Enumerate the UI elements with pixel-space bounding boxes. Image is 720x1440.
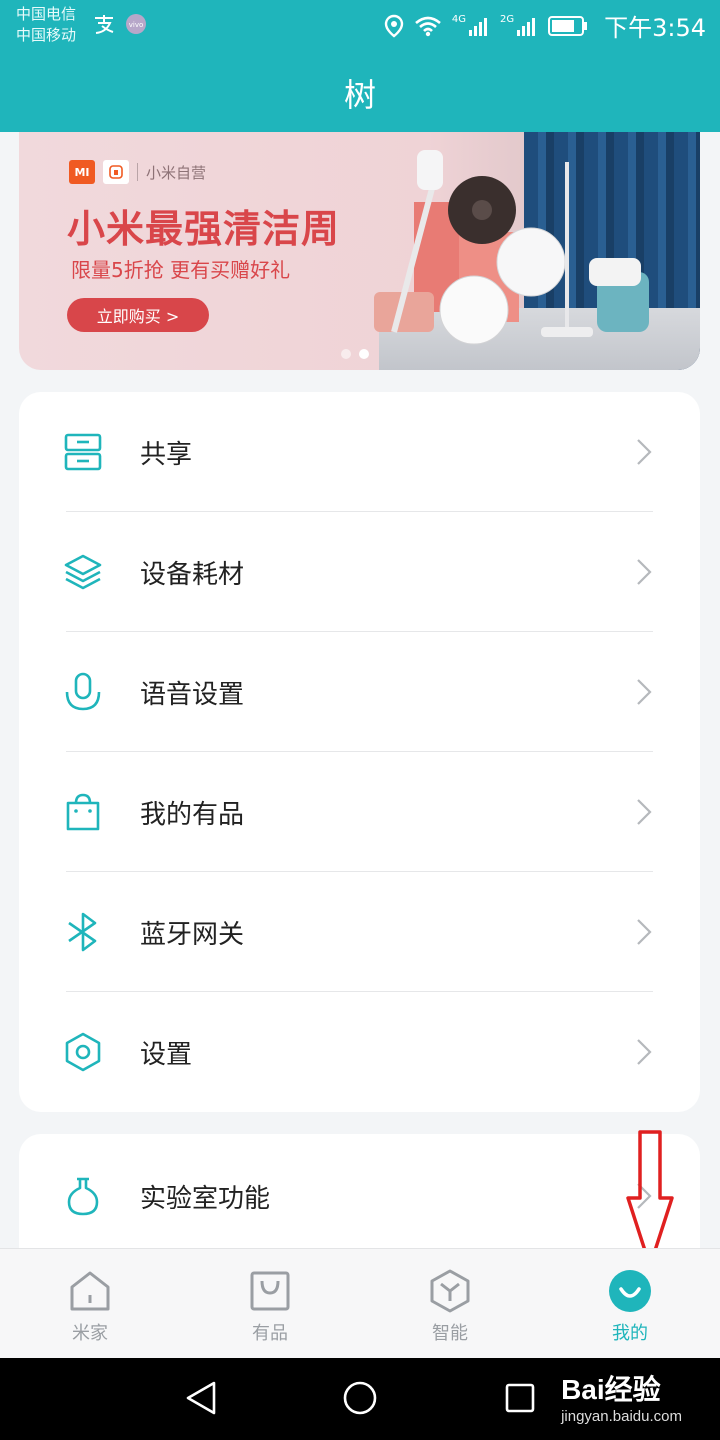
tab-profile[interactable]: 我的 [570,1269,690,1353]
page-title: 树 [343,76,376,114]
menu-item-voice-settings[interactable]: 语音设置 [19,632,700,752]
menu-item-label: 设备耗材 [140,560,245,590]
wifi-icon [415,16,441,36]
app-notification-icon: vivo [126,14,146,34]
menu-item-label: 我的有品 [140,800,245,830]
watermark-main: Bai经验 [561,1374,661,1405]
menu-item-share[interactable]: 共享 [19,392,700,512]
menu-card: 共享 设备耗材 语音设置 我的有品 蓝牙网关 设置 [19,392,700,1112]
carrier-2: 中国移动 [16,26,77,44]
hexagon-gear-icon [65,1032,101,1072]
tab-youpin[interactable]: 有品 [210,1269,330,1353]
system-indicators: 4G 2G 下午3:54 [384,8,706,43]
tab-label: 智能 [432,1323,468,1344]
flask-icon [67,1177,99,1216]
status-bar: 中国电信 中国移动 vivo 4G 2G 下午3:54 [0,0,720,50]
smart-hexagon-icon [430,1269,470,1313]
location-icon [384,14,404,38]
watermark-url: jingyan.baidu.com [561,1408,682,1425]
carrier-1: 中国电信 [16,5,77,23]
chevron-right-icon [637,679,652,705]
tab-label: 米家 [72,1323,108,1344]
chevron-right-icon [637,439,652,465]
menu-item-label: 实验室功能 [140,1184,271,1214]
brand-divider [137,163,138,181]
brand-name: 小米自营 [146,163,207,182]
back-icon[interactable] [184,1380,218,1416]
promo-banner[interactable]: MI 小米自营 小米最强清洁周 限量5折抢 更有买赠好礼 立即购买 > [19,132,700,370]
mi-logo: MI [69,160,95,184]
menu-item-my-youpin[interactable]: 我的有品 [19,752,700,872]
bottom-tab-bar: 米家 有品 智能 我的 [0,1248,720,1358]
carousel-dot-active[interactable] [359,349,369,359]
top-bar: 中国电信 中国移动 vivo 4G 2G 下午3:54 树 [0,0,720,132]
baidu-watermark: Bai经验 jingyan.baidu.com [561,1368,682,1425]
chevron-right-icon [637,559,652,585]
menu-item-lab-features[interactable]: 实验室功能 [19,1136,700,1256]
carousel-indicator [341,349,369,359]
chevron-right-icon [637,799,652,825]
carousel-dot[interactable] [341,349,351,359]
menu-item-label: 设置 [140,1040,193,1070]
menu-item-label: 语音设置 [140,680,245,710]
system-nav-bar: Bai经验 jingyan.baidu.com [0,1358,720,1440]
shopping-bag-icon [66,793,100,831]
tab-label: 我的 [612,1323,648,1344]
alipay-icon [95,15,114,34]
banner-title: 小米最强清洁周 [67,207,341,251]
menu-item-label: 蓝牙网关 [140,920,245,950]
tab-home[interactable]: 米家 [30,1269,150,1353]
battery-icon [548,15,588,36]
svg-text:vivo: vivo [129,21,144,29]
banner-subtitle: 限量5折抢 更有买赠好礼 [71,258,291,282]
recents-icon[interactable] [504,1380,536,1416]
home-button-icon[interactable] [342,1380,378,1416]
layers-icon [64,554,102,590]
microphone-icon [65,672,101,711]
bluetooth-icon [68,912,97,952]
bag-icon [250,1271,290,1311]
notification-icons: vivo [92,12,148,36]
share-icon [64,433,102,471]
tab-label: 有品 [252,1323,288,1344]
signal-1-icon [468,17,487,36]
buy-now-button[interactable]: 立即购买 > [67,298,209,332]
menu-item-label: 共享 [140,440,193,470]
home-icon [70,1271,110,1311]
mijia-logo-icon [103,160,129,184]
brand-row: MI 小米自营 [69,160,206,184]
tab-smart[interactable]: 智能 [390,1269,510,1353]
network-4g-label: 4G [451,14,466,25]
network-2g-label: 2G [499,14,515,25]
chevron-right-icon [637,919,652,945]
chevron-right-icon [637,1039,652,1065]
carrier-info: 中国电信 中国移动 [16,4,76,46]
menu-item-bluetooth-gateway[interactable]: 蓝牙网关 [19,872,700,992]
signal-2-icon [517,17,536,36]
profile-smile-icon [609,1270,651,1312]
menu-item-consumables[interactable]: 设备耗材 [19,512,700,632]
menu-item-settings[interactable]: 设置 [19,992,700,1112]
clock: 下午3:54 [604,14,706,42]
